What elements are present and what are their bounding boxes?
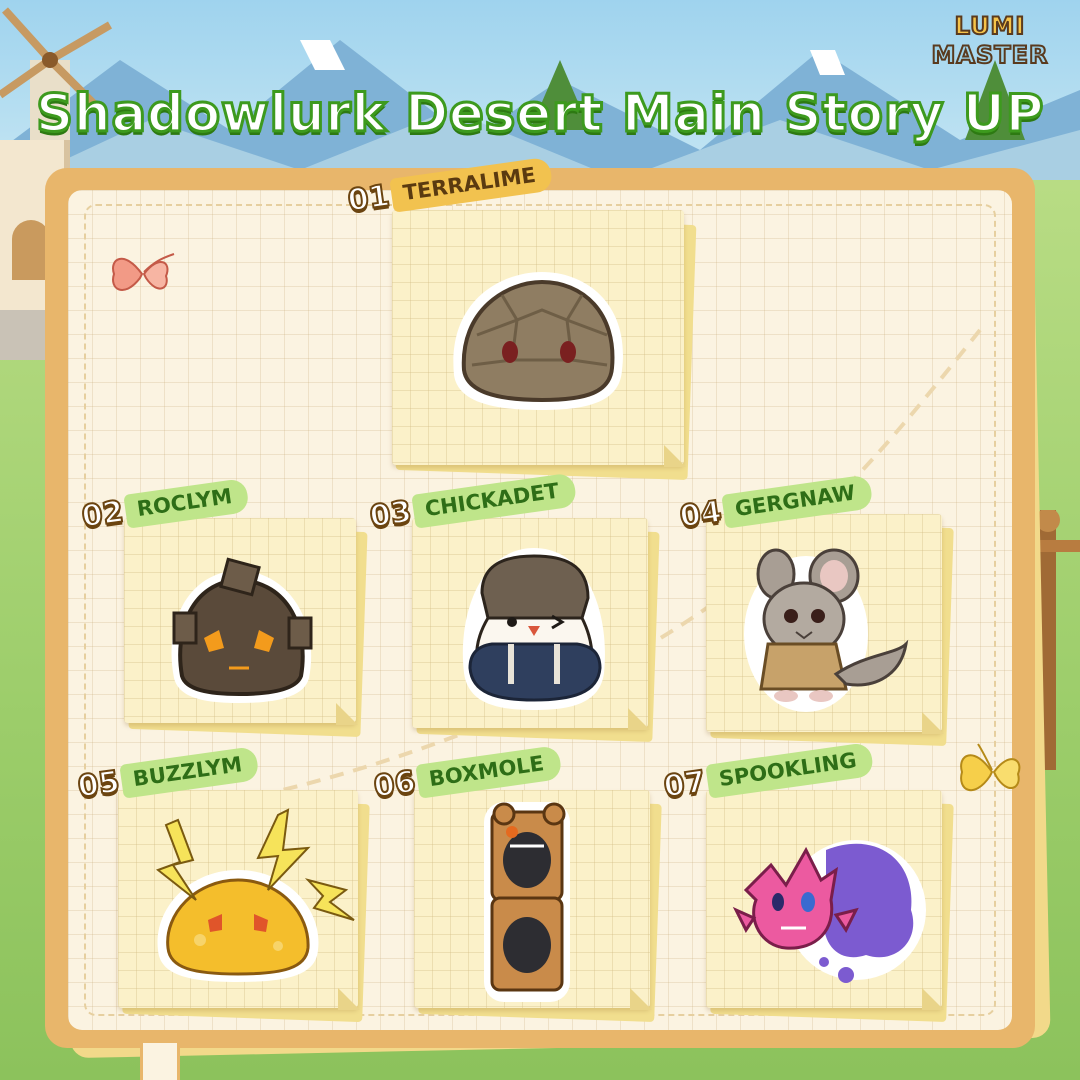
logo-line-2: MASTER <box>931 40 1049 70</box>
lumi-master-logo: LUMI MASTER <box>920 11 1060 78</box>
spookling-creature-image <box>732 840 926 983</box>
card-roclym[interactable] <box>124 518 368 737</box>
buzzlym-creature-image <box>155 808 355 982</box>
terralime-creature-image <box>453 272 623 410</box>
card-number: 05 <box>75 763 123 805</box>
card-buzzlym[interactable] <box>118 790 370 1023</box>
gergnaw-creature-image <box>744 548 909 712</box>
card-number: 01 <box>345 177 393 219</box>
card-boxmole[interactable] <box>414 790 662 1023</box>
card-gergnaw[interactable] <box>706 514 954 747</box>
roclym-creature-image <box>171 557 313 703</box>
card-number: 07 <box>661 763 709 805</box>
pink-butterfly-icon <box>112 253 175 291</box>
chickadet-creature-image <box>462 548 605 710</box>
card-number: 02 <box>79 493 127 535</box>
card-number: 04 <box>677 493 725 535</box>
card-terralime[interactable] <box>392 210 697 481</box>
board-bottom-tab <box>140 1040 180 1080</box>
card-number: 06 <box>371 763 419 805</box>
card-number: 03 <box>367 493 415 535</box>
card-chickadet[interactable] <box>412 518 660 743</box>
page-title: Shadowlurk Desert Main Story UP <box>34 83 1045 146</box>
yellow-butterfly-icon <box>960 743 1021 792</box>
logo-line-1: LUMI <box>954 11 1026 41</box>
boxmole-creature-image <box>484 802 570 1002</box>
card-spookling[interactable] <box>706 790 954 1023</box>
